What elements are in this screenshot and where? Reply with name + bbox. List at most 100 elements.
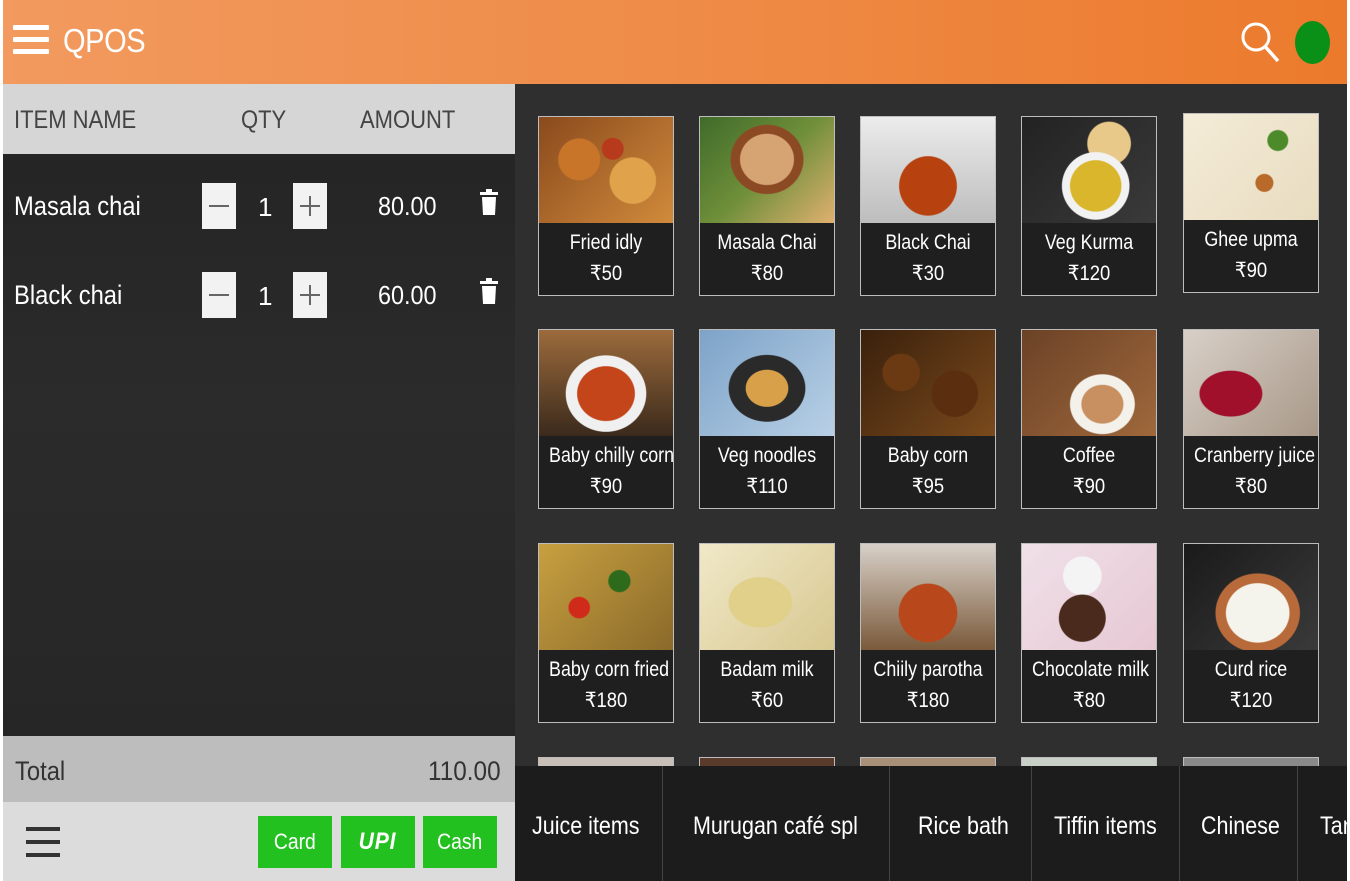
delete-item-icon[interactable] xyxy=(480,189,498,215)
menu-item-card[interactable]: Chocolate milk ₹80 xyxy=(1021,543,1157,723)
increase-qty-button[interactable] xyxy=(293,272,327,318)
search-icon[interactable] xyxy=(1239,20,1281,64)
menu-item-price: ₹120 xyxy=(1229,689,1273,712)
increase-qty-button[interactable] xyxy=(293,183,327,229)
menu-item-name: Coffee xyxy=(1062,444,1116,467)
menu-item-card[interactable]: Curd rice ₹120 xyxy=(1183,543,1319,723)
menu-item-card[interactable]: Veg Kurma ₹120 xyxy=(1021,116,1157,296)
menu-item-price: ₹180 xyxy=(906,689,950,712)
decrease-qty-button[interactable] xyxy=(202,272,236,318)
total-bar: Total 110.00 xyxy=(3,736,515,802)
menu-item-card[interactable]: Coffee ₹90 xyxy=(1021,329,1157,509)
menu-item-price: ₹180 xyxy=(584,689,628,712)
order-item-name: Black chai xyxy=(14,280,123,310)
food-image xyxy=(861,330,995,436)
food-image xyxy=(1184,544,1318,650)
status-indicator[interactable] xyxy=(1295,21,1330,64)
menu-item-card[interactable]: Ghee upma ₹90 xyxy=(1183,113,1319,293)
menu-item-price: ₹120 xyxy=(1067,262,1111,285)
menu-item-name: Fried idly xyxy=(569,231,643,254)
menu-item-card[interactable]: Baby chilly corn ₹90 xyxy=(538,329,674,509)
cash-button-label: Cash xyxy=(437,829,483,854)
menu-item-card-partial[interactable] xyxy=(1021,757,1157,766)
food-image xyxy=(861,117,995,223)
menu-item-name: Baby corn xyxy=(887,444,969,467)
menu-item-card[interactable]: Baby corn ₹95 xyxy=(860,329,996,509)
cash-payment-button[interactable]: Cash xyxy=(423,816,497,868)
menu-item-name: Ghee upma xyxy=(1204,228,1298,251)
menu-item-price: ₹90 xyxy=(1234,259,1268,282)
order-row: Black chai 1 60.00 xyxy=(3,268,515,328)
menu-item-card[interactable]: Black Chai ₹30 xyxy=(860,116,996,296)
menu-item-card[interactable]: Fried idly ₹50 xyxy=(538,116,674,296)
card-payment-button[interactable]: Card xyxy=(258,816,332,868)
order-item-amount: 60.00 xyxy=(378,280,437,310)
menu-item-price: ₹80 xyxy=(1234,475,1268,498)
category-bar: Juice items Murugan café spl Rice bath T… xyxy=(515,766,1347,881)
upi-payment-button[interactable]: UPI xyxy=(341,816,415,868)
menu-item-name: Badam milk xyxy=(720,658,814,681)
order-table-header: ITEM NAME QTY AMOUNT xyxy=(3,84,515,154)
menu-item-price: ₹50 xyxy=(589,262,623,285)
column-qty: QTY xyxy=(241,106,287,134)
food-image xyxy=(539,117,673,223)
card-button-label: Card xyxy=(274,829,316,854)
menu-item-name: Masala Chai xyxy=(717,231,817,254)
menu-item-card[interactable]: Veg noodles ₹110 xyxy=(699,329,835,509)
menu-grid: Fried idly ₹50 Masala Chai ₹80 Black Chai ₹… xyxy=(515,84,1347,766)
menu-item-name: Curd rice xyxy=(1214,658,1288,681)
order-item-qty: 1 xyxy=(258,192,273,222)
menu-item-card[interactable]: Chiily parotha ₹180 xyxy=(860,543,996,723)
total-value: 110.00 xyxy=(428,756,501,786)
menu-item-card[interactable]: Badam milk ₹60 xyxy=(699,543,835,723)
category-tab[interactable]: Rice bath xyxy=(890,766,1032,881)
menu-item-name: Baby chilly corn xyxy=(549,444,674,467)
menu-item-name: Veg Kurma xyxy=(1044,231,1134,254)
food-image xyxy=(1184,330,1318,436)
category-tab[interactable]: Juice items xyxy=(515,766,663,881)
options-menu-icon[interactable] xyxy=(26,827,60,861)
decrease-qty-button[interactable] xyxy=(202,183,236,229)
menu-item-price: ₹30 xyxy=(911,262,945,285)
menu-item-card[interactable]: Masala Chai ₹80 xyxy=(699,116,835,296)
menu-item-name: Veg noodles xyxy=(717,444,817,467)
menu-item-name: Black Chai xyxy=(885,231,971,254)
order-panel: ITEM NAME QTY AMOUNT Masala chai 1 80.00… xyxy=(3,84,515,881)
menu-item-price: ₹90 xyxy=(589,475,623,498)
food-image xyxy=(700,544,834,650)
menu-item-price: ₹110 xyxy=(746,475,788,498)
app-header: QPOS xyxy=(3,0,1347,84)
order-item-qty: 1 xyxy=(258,281,273,311)
food-image xyxy=(1022,330,1156,436)
payment-bar: Card UPI Cash xyxy=(3,802,515,881)
food-image xyxy=(861,544,995,650)
food-image xyxy=(700,330,834,436)
menu-item-price: ₹90 xyxy=(1072,475,1106,498)
food-image xyxy=(1022,544,1156,650)
menu-icon[interactable] xyxy=(13,25,49,61)
category-tab[interactable]: Tandoori xyxy=(1298,766,1347,881)
menu-item-card-partial[interactable] xyxy=(699,757,835,766)
menu-item-card-partial[interactable] xyxy=(538,757,674,766)
menu-item-card-partial[interactable] xyxy=(860,757,996,766)
total-label: Total xyxy=(15,756,66,786)
category-tab[interactable]: Tiffin items xyxy=(1032,766,1180,881)
column-amount: AMOUNT xyxy=(360,106,456,134)
menu-item-name: Cranberry juice xyxy=(1194,444,1316,467)
menu-item-name: Chiily parotha xyxy=(873,658,983,681)
menu-item-card-partial[interactable] xyxy=(1183,757,1319,766)
menu-item-price: ₹60 xyxy=(750,689,784,712)
delete-item-icon[interactable] xyxy=(480,278,498,304)
menu-item-card[interactable]: Baby corn fried ₹180 xyxy=(538,543,674,723)
menu-item-price: ₹80 xyxy=(1072,689,1106,712)
order-item-name: Masala chai xyxy=(14,191,141,221)
app-title: QPOS xyxy=(63,22,146,59)
upi-logo: UPI xyxy=(359,828,397,855)
category-tab[interactable]: Murugan café spl xyxy=(663,766,890,881)
order-row: Masala chai 1 80.00 xyxy=(3,179,515,239)
food-image xyxy=(700,117,834,223)
category-tab[interactable]: Chinese xyxy=(1180,766,1298,881)
menu-item-card[interactable]: Cranberry juice ₹80 xyxy=(1183,329,1319,509)
menu-item-name: Baby corn fried xyxy=(549,658,670,681)
food-image xyxy=(1184,114,1318,220)
